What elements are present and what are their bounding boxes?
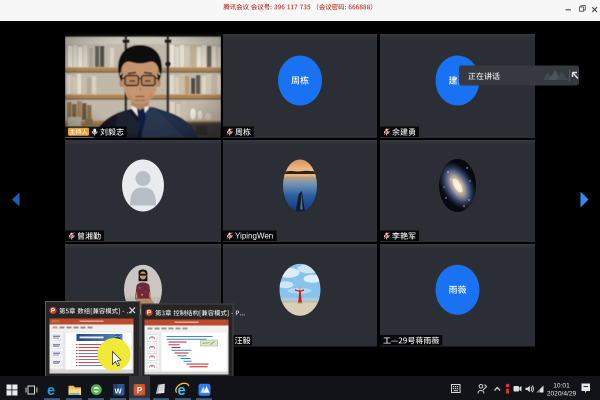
svg-text:P: P <box>137 386 143 395</box>
svg-text:2020/4/29: 2020/4/29 <box>547 391 577 398</box>
svg-text:YipingWen: YipingWen <box>235 232 273 241</box>
svg-text:10:01: 10:01 <box>553 382 570 389</box>
svg-text:e: e <box>47 383 55 399</box>
svg-text:W: W <box>115 386 123 395</box>
